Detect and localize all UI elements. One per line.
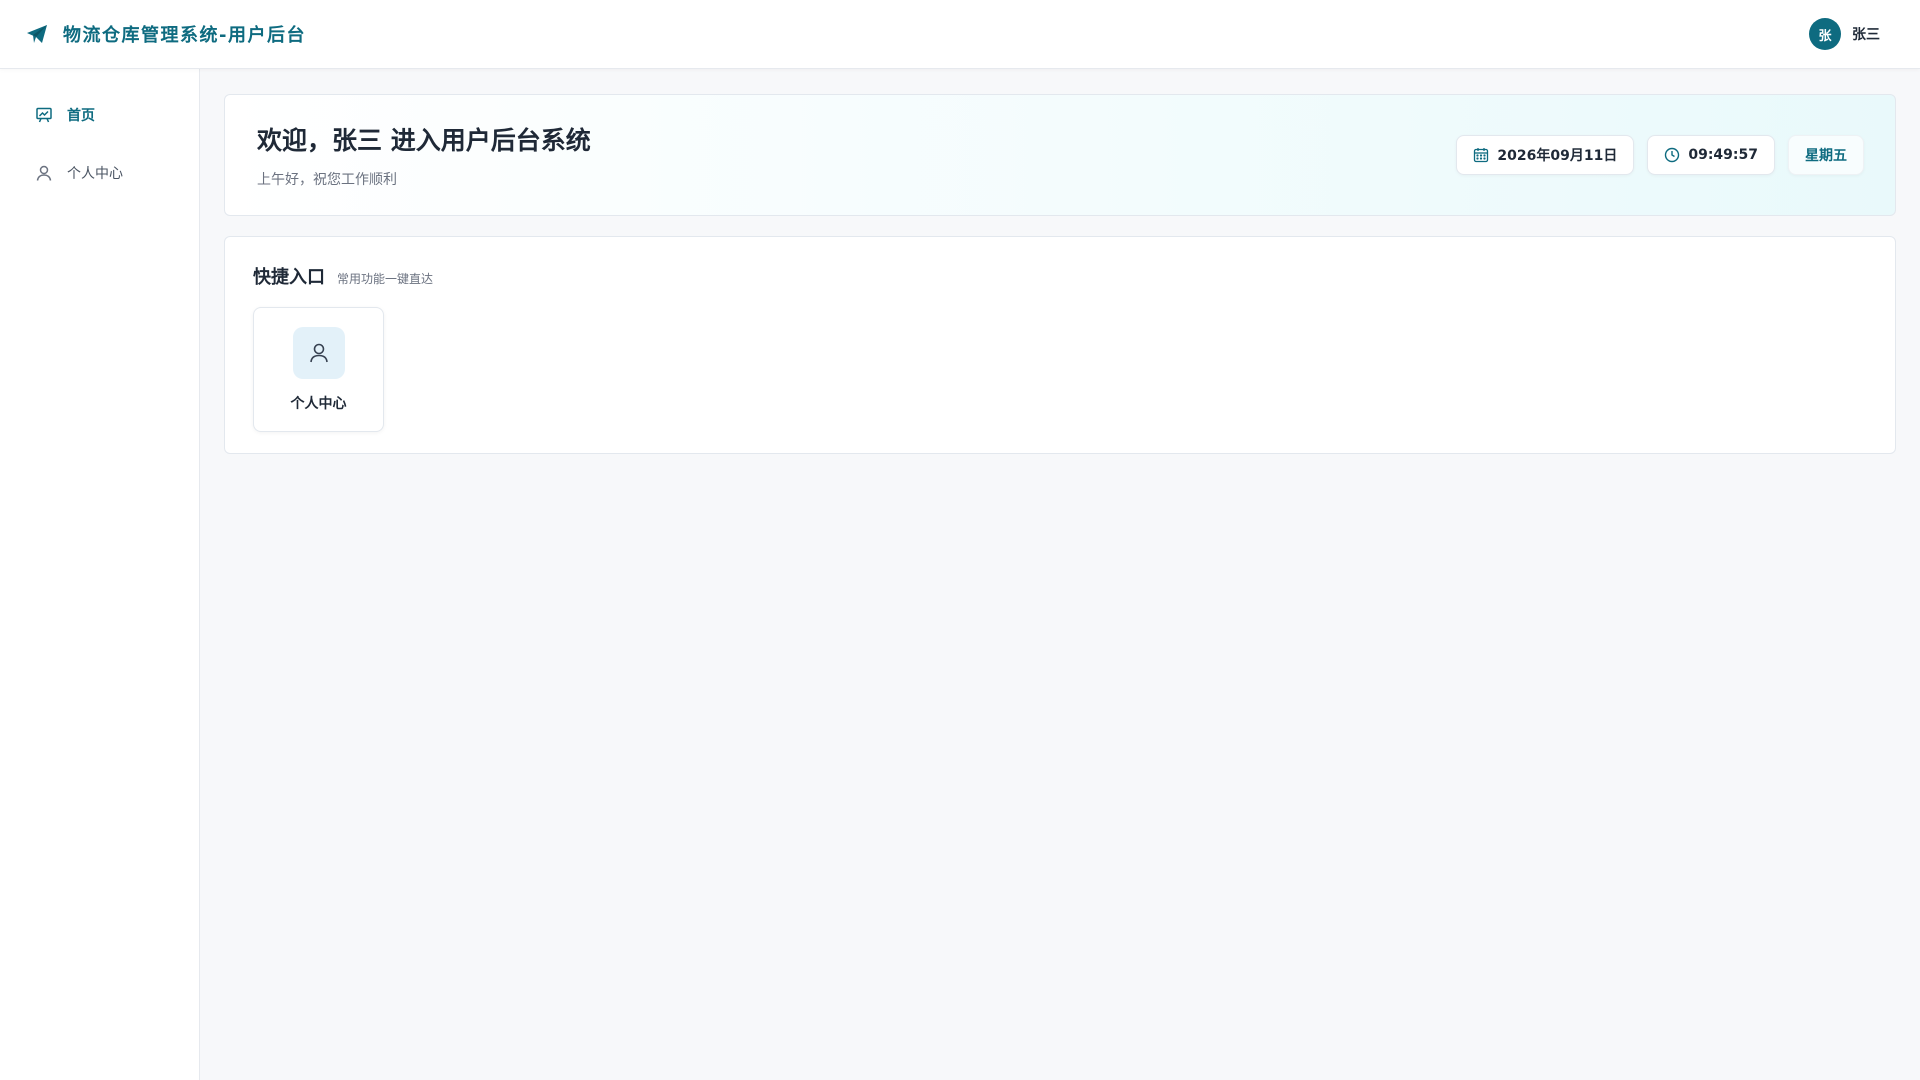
sidebar-item-label: 首页 (67, 108, 95, 124)
time-chip: 09:49:57 (1647, 135, 1775, 175)
avatar[interactable]: 张 (1809, 18, 1841, 50)
date-chip: 2026年09月11日 (1456, 135, 1635, 175)
sidebar: 首页 个人中心 (0, 69, 200, 1080)
top-bar: 物流仓库管理系统-用户后台 张 张三 (0, 0, 1920, 69)
welcome-title: 欢迎，张三 进入用户后台系统 (257, 126, 591, 155)
sidebar-item-label: 个人中心 (67, 166, 123, 182)
dashboard-icon (35, 106, 53, 124)
weekday-chip: 星期五 (1788, 135, 1864, 175)
user-icon (35, 164, 53, 182)
user-icon (292, 326, 345, 379)
sidebar-item-home[interactable]: 首页 (0, 93, 199, 137)
quick-access-header: 快捷入口 常用功能一键直达 (253, 263, 1867, 289)
welcome-banner: 欢迎，张三 进入用户后台系统 上午好，祝您工作顺利 2026年09月11日 09… (224, 94, 1896, 216)
app-title: 物流仓库管理系统-用户后台 (63, 25, 306, 46)
paper-plane-icon (25, 22, 49, 46)
brand[interactable]: 物流仓库管理系统-用户后台 (25, 21, 306, 47)
welcome-subtitle: 上午好，祝您工作顺利 (257, 172, 397, 188)
datetime-chips: 2026年09月11日 09:49:57 星期五 (1456, 135, 1864, 175)
date-text: 2026年09月11日 (1497, 148, 1618, 164)
quick-entry-profile[interactable]: 个人中心 (253, 307, 384, 432)
quick-access-title: 快捷入口 (253, 267, 325, 288)
weekday-text: 星期五 (1805, 148, 1847, 164)
calendar-icon (1473, 147, 1489, 163)
time-text: 09:49:57 (1688, 147, 1758, 163)
user-menu[interactable]: 张 张三 (1809, 18, 1880, 50)
user-name[interactable]: 张三 (1852, 24, 1880, 44)
quick-access-subtitle: 常用功能一键直达 (337, 272, 434, 286)
quick-entry-label: 个人中心 (290, 395, 347, 412)
quick-access-panel: 快捷入口 常用功能一键直达 个人中心 (224, 236, 1896, 454)
main-content: 欢迎，张三 进入用户后台系统 上午好，祝您工作顺利 2026年09月11日 09… (224, 94, 1896, 454)
clock-icon (1664, 147, 1680, 163)
sidebar-item-profile[interactable]: 个人中心 (0, 151, 199, 195)
welcome-text: 欢迎，张三 进入用户后台系统 上午好，祝您工作顺利 (257, 121, 591, 189)
